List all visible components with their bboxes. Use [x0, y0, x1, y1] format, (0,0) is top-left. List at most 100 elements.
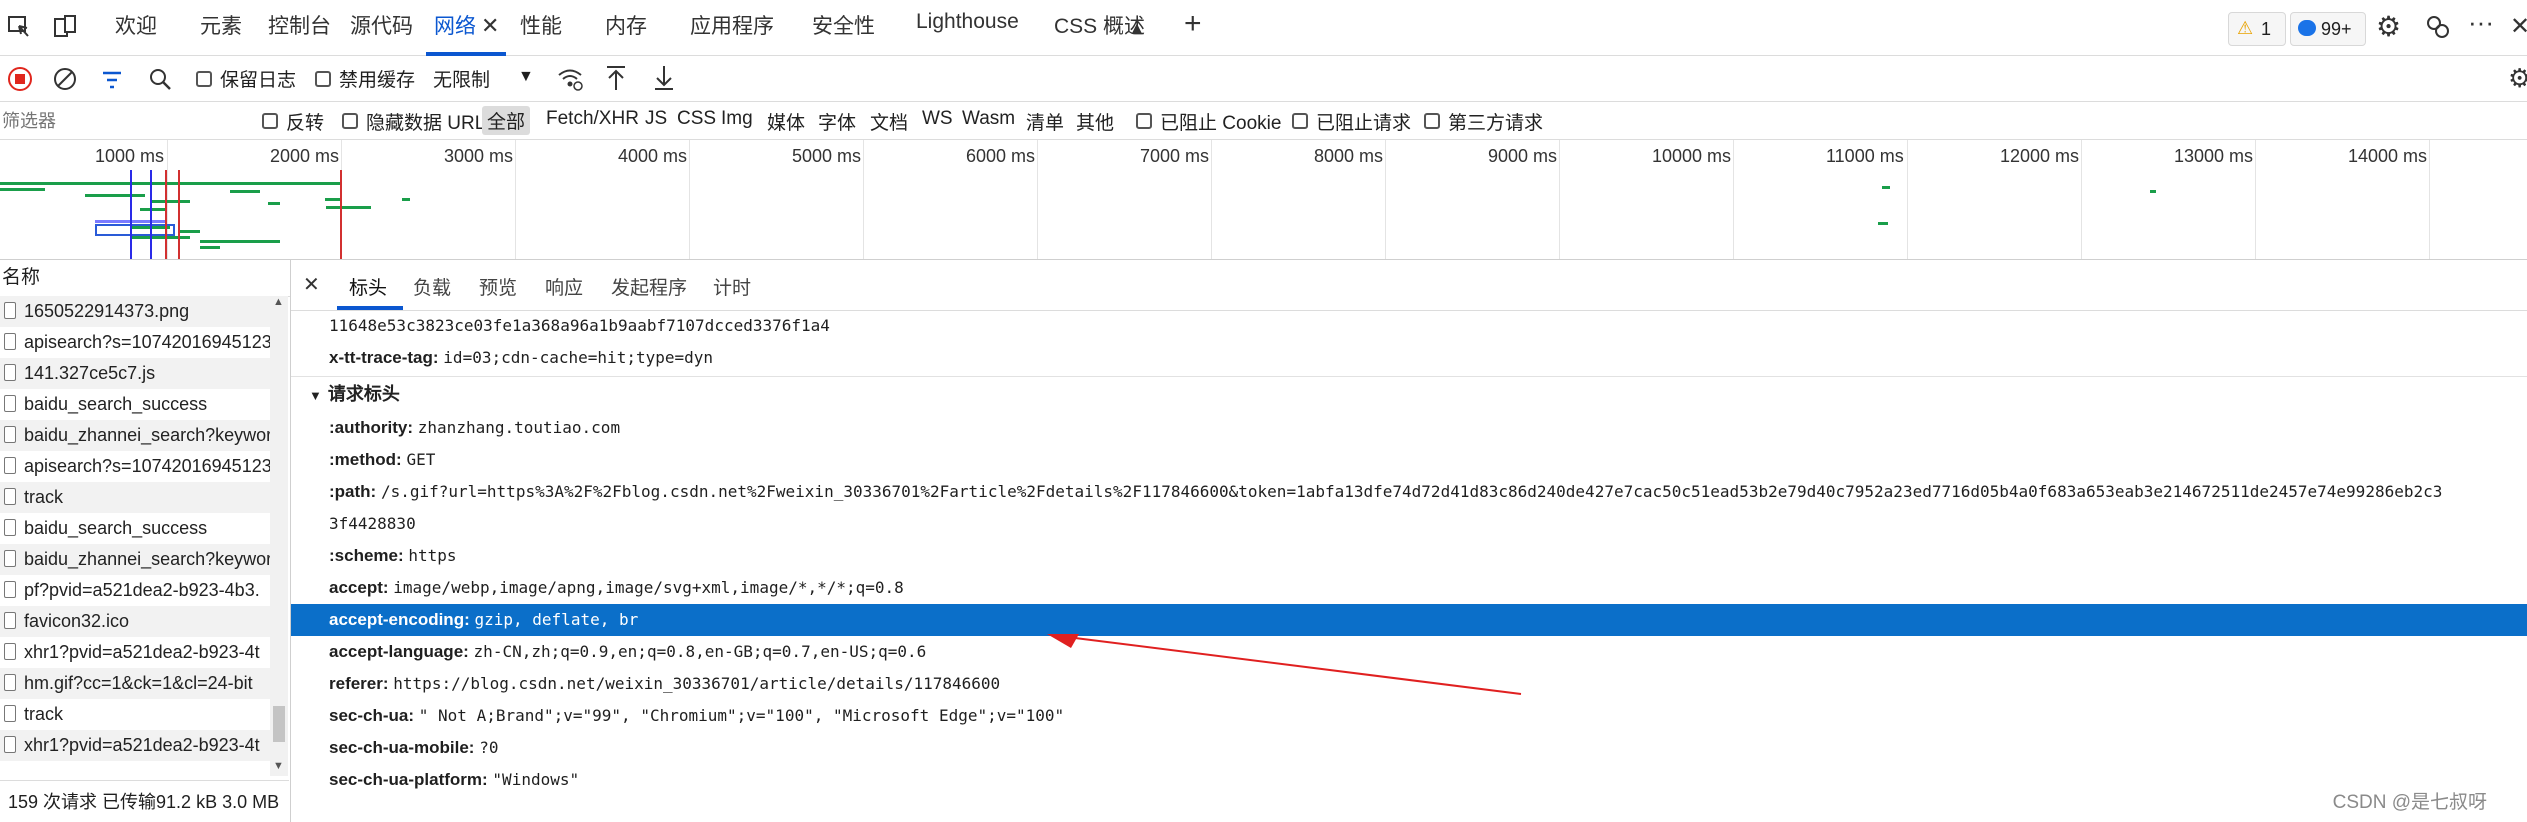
- customize-icon[interactable]: [2424, 13, 2452, 48]
- list-item[interactable]: xhr1?pvid=a521dea2-b923-4t: [0, 730, 270, 761]
- type-filter-media[interactable]: 媒体: [767, 108, 805, 135]
- network-conditions-icon[interactable]: [556, 66, 584, 97]
- chevron-down-icon[interactable]: ▼: [518, 68, 534, 86]
- tab-preview[interactable]: 预览: [479, 273, 517, 300]
- file-icon: [4, 488, 16, 506]
- list-item[interactable]: 141.327ce5c7.js: [0, 358, 270, 389]
- file-icon: [4, 302, 16, 320]
- tab-timing[interactable]: 计时: [713, 273, 751, 300]
- record-stop-icon[interactable]: [8, 67, 32, 91]
- header-name: :authority:: [329, 418, 414, 437]
- type-filter-js[interactable]: JS: [645, 108, 667, 130]
- throttle-select[interactable]: 无限制: [433, 65, 490, 92]
- blocked-cookies-checkbox[interactable]: [1136, 113, 1152, 129]
- list-item[interactable]: track: [0, 699, 270, 730]
- tab-headers[interactable]: 标头: [349, 273, 387, 300]
- blocked-requests-checkbox[interactable]: [1292, 113, 1308, 129]
- header-value: zh-CN,zh;q=0.9,en;q=0.8,en-GB;q=0.7,en-U…: [473, 642, 927, 661]
- warning-icon: ⚠: [2237, 18, 2254, 38]
- clear-icon[interactable]: [53, 67, 77, 91]
- preserve-log-label: 保留日志: [220, 70, 297, 91]
- request-headers-section[interactable]: ▼ 请求标头: [291, 376, 2527, 410]
- list-item[interactable]: baidu_zhannei_search?keywor: [0, 420, 270, 451]
- more-options-icon[interactable]: ···: [2468, 8, 2494, 36]
- more-tabs-plus-icon[interactable]: +: [1184, 9, 1202, 39]
- tab-application[interactable]: 应用程序: [690, 10, 774, 40]
- header-name: :scheme:: [329, 546, 404, 565]
- messages-badge[interactable]: 99+: [2290, 12, 2366, 46]
- tick-9000: [1559, 140, 1560, 259]
- section-title: 请求标头: [327, 384, 400, 404]
- timeline-overview[interactable]: 1000 ms 2000 ms 3000 ms 4000 ms 5000 ms …: [0, 140, 2527, 260]
- list-item[interactable]: pf?pvid=a521dea2-b923-4b3.: [0, 575, 270, 606]
- export-har-icon[interactable]: [652, 64, 676, 97]
- type-filter-img[interactable]: Img: [721, 108, 753, 130]
- disable-cache-checkbox[interactable]: [315, 71, 331, 87]
- list-item[interactable]: baidu_zhannei_search?keywor: [0, 544, 270, 575]
- file-icon: [4, 457, 16, 475]
- third-party-label: 第三方请求: [1448, 113, 1544, 134]
- list-item[interactable]: baidu_search_success: [0, 513, 270, 544]
- third-party-checkbox[interactable]: [1424, 113, 1440, 129]
- request-name: hm.gif?cc=1&ck=1&cl=24-bit: [24, 673, 253, 693]
- network-toolbar: 保留日志 禁用缓存 无限制 ▼ ⚙: [0, 56, 2527, 102]
- tab-performance[interactable]: 性能: [520, 10, 562, 40]
- close-tab-icon[interactable]: ✕: [481, 12, 499, 40]
- type-filter-manifest[interactable]: 清单: [1026, 108, 1064, 135]
- tab-initiator[interactable]: 发起程序: [611, 273, 687, 300]
- request-list-scrollbar[interactable]: ▲ ▼: [270, 296, 288, 776]
- search-icon[interactable]: [148, 67, 172, 96]
- import-har-icon[interactable]: [604, 64, 628, 97]
- network-settings-gear-icon[interactable]: ⚙: [2508, 64, 2527, 92]
- tab-welcome[interactable]: 欢迎: [115, 10, 157, 40]
- timeline-label: 14000 ms: [2348, 146, 2428, 166]
- list-item[interactable]: apisearch?s=10742016945123: [0, 451, 270, 482]
- list-item[interactable]: hm.gif?cc=1&ck=1&cl=24-bit: [0, 668, 270, 699]
- close-detail-icon[interactable]: ✕: [303, 272, 320, 297]
- list-item[interactable]: favicon32.ico: [0, 606, 270, 637]
- warnings-count: 1: [2261, 19, 2272, 39]
- tab-lighthouse[interactable]: Lighthouse: [916, 10, 1019, 34]
- type-filter-font[interactable]: 字体: [818, 108, 856, 135]
- filter-funnel-icon[interactable]: [100, 68, 124, 97]
- header-name: sec-ch-ua-mobile:: [329, 738, 475, 757]
- tab-elements[interactable]: 元素: [200, 10, 242, 40]
- tab-memory[interactable]: 内存: [605, 10, 647, 40]
- list-item[interactable]: baidu_search_success: [0, 389, 270, 420]
- scroll-up-icon[interactable]: ▲: [273, 296, 284, 308]
- scroll-down-icon[interactable]: ▼: [273, 760, 284, 772]
- type-filter-ws[interactable]: WS: [922, 108, 953, 130]
- tab-security[interactable]: 安全性: [812, 10, 875, 40]
- header-name: :path:: [329, 482, 377, 501]
- list-item[interactable]: apisearch?s=10742016945123: [0, 327, 270, 358]
- type-filter-all[interactable]: 全部: [482, 106, 531, 135]
- tab-payload[interactable]: 负载: [413, 273, 451, 300]
- list-item[interactable]: track: [0, 482, 270, 513]
- hide-data-urls-checkbox[interactable]: [342, 113, 358, 129]
- type-filter-fetch-xhr[interactable]: Fetch/XHR: [546, 108, 639, 130]
- waterfall-bar: [325, 198, 340, 201]
- inspect-element-icon[interactable]: [6, 14, 32, 47]
- device-toolbar-icon[interactable]: [52, 14, 78, 47]
- tab-response[interactable]: 响应: [545, 273, 583, 300]
- preserve-log-checkbox[interactable]: [196, 71, 212, 87]
- name-column-header[interactable]: 名称: [0, 260, 290, 297]
- warnings-badge[interactable]: ⚠ 1: [2228, 12, 2286, 46]
- type-filter-doc[interactable]: 文档: [870, 108, 908, 135]
- type-filter-wasm[interactable]: Wasm: [962, 108, 1015, 130]
- tab-sources[interactable]: 源代码: [350, 10, 413, 40]
- close-devtools-icon[interactable]: ✕: [2510, 13, 2527, 41]
- scrollbar-thumb[interactable]: [273, 706, 285, 742]
- type-filter-other[interactable]: 其他: [1076, 108, 1114, 135]
- header-name: referer:: [329, 674, 389, 693]
- tab-network[interactable]: 网络: [434, 10, 476, 40]
- type-filter-css[interactable]: CSS: [677, 108, 716, 130]
- invert-checkbox[interactable]: [262, 113, 278, 129]
- request-name: track: [24, 487, 64, 507]
- list-item[interactable]: xhr1?pvid=a521dea2-b923-4t: [0, 637, 270, 668]
- settings-gear-icon[interactable]: ⚙: [2376, 13, 2401, 41]
- list-item[interactable]: 1650522914373.png: [0, 296, 270, 327]
- tab-console[interactable]: 控制台: [268, 10, 331, 40]
- waterfall-bar: [326, 206, 371, 209]
- filter-input[interactable]: [0, 106, 244, 136]
